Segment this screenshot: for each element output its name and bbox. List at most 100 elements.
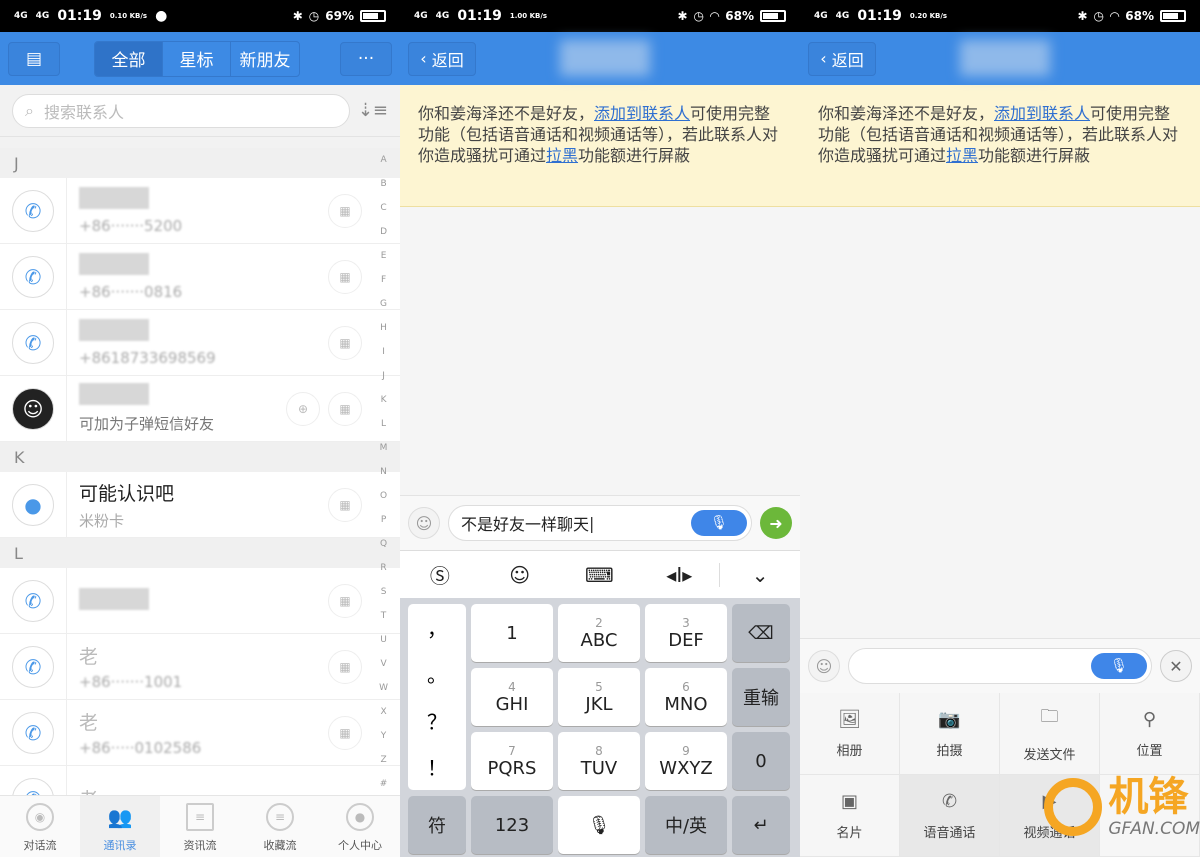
block-link[interactable]: 拉黑 [546, 146, 578, 165]
key-exclaim[interactable]: ！ [427, 752, 447, 781]
contact-row[interactable]: ✆+86·······0816▦ [0, 244, 400, 310]
contact-row[interactable]: ●可能认识吧米粉卡▦ [0, 472, 400, 538]
contact-row[interactable]: ☺可加为子弹短信好友⊕▦ [0, 376, 400, 442]
cursor-move-icon[interactable]: ◂I▸ [639, 563, 719, 587]
sort-icon[interactable]: ⇣≡ [358, 100, 388, 121]
index-letter[interactable]: J [379, 364, 388, 388]
index-letter[interactable]: # [379, 772, 388, 796]
keyboard-icon[interactable]: ⌨ [560, 563, 640, 587]
message-input[interactable]: 🎙 [848, 648, 1152, 684]
index-letter[interactable]: R [379, 556, 388, 580]
key-9[interactable]: 9WXYZ [645, 732, 727, 790]
keyboard-icon[interactable]: ▦ [328, 260, 362, 294]
language-toggle-key[interactable]: 中/英 [645, 796, 727, 854]
emoji-button[interactable]: ☺ [408, 507, 440, 539]
enter-key[interactable]: ↵ [732, 796, 790, 854]
index-letter[interactable]: O [379, 484, 388, 508]
key-3[interactable]: 3DEF [645, 604, 727, 662]
nav-contacts[interactable]: 👥通讯录 [80, 796, 160, 857]
index-letter[interactable]: T [379, 604, 388, 628]
key-8[interactable]: 8TUV [558, 732, 640, 790]
voice-call-button[interactable]: ✆语音通话 [900, 775, 1000, 857]
punctuation-column[interactable]: ，。？！ [408, 604, 466, 790]
add-contact-link[interactable]: 添加到联系人 [994, 104, 1090, 123]
avatar[interactable]: ☺ [12, 388, 54, 430]
phone-icon[interactable]: ✆ [12, 190, 54, 232]
index-letter[interactable]: C [379, 196, 388, 220]
index-letter[interactable]: Y [379, 724, 388, 748]
index-letter[interactable]: H [379, 316, 388, 340]
keyboard-icon[interactable]: ▦ [328, 650, 362, 684]
phone-icon[interactable]: ✆ [12, 322, 54, 364]
index-letter[interactable]: D [379, 220, 388, 244]
index-letter[interactable]: E [379, 244, 388, 268]
contact-list[interactable]: J ✆+86·······5200▦ ✆+86·······0816▦ ✆+86… [0, 148, 400, 832]
phone-icon[interactable]: ✆ [12, 712, 54, 754]
index-letter[interactable]: N [379, 460, 388, 484]
search-input[interactable]: ⌕搜索联系人 [12, 94, 350, 128]
index-letter[interactable]: M [379, 436, 388, 460]
index-letter[interactable]: W [379, 676, 388, 700]
block-link[interactable]: 拉黑 [946, 146, 978, 165]
nav-profile[interactable]: ●个人中心 [320, 796, 400, 857]
bullet-chat-icon[interactable]: ● [12, 484, 54, 526]
contact-card-button[interactable]: ▤ [8, 42, 60, 76]
alphabet-index[interactable]: ABCDEFGHIJKLMNOPQRSTUVWXYZ# [379, 148, 388, 796]
index-letter[interactable]: L [379, 412, 388, 436]
index-letter[interactable]: S [379, 580, 388, 604]
contact-row[interactable]: ✆▦ [0, 568, 400, 634]
keyboard-icon[interactable]: ▦ [328, 326, 362, 360]
key-question[interactable]: ？ [427, 706, 447, 735]
tab-starred[interactable]: 星标 [163, 42, 231, 76]
key-7[interactable]: 7PQRS [471, 732, 553, 790]
key-1[interactable]: 1 [471, 604, 553, 662]
symbols-key[interactable]: 符 [408, 796, 466, 854]
index-letter[interactable]: G [379, 292, 388, 316]
tab-all[interactable]: 全部 [95, 42, 163, 76]
key-0[interactable]: 0 [732, 732, 790, 790]
phone-icon[interactable]: ✆ [12, 256, 54, 298]
index-letter[interactable]: V [379, 652, 388, 676]
phone-icon[interactable]: ✆ [12, 646, 54, 688]
index-letter[interactable]: I [379, 340, 388, 364]
nav-news[interactable]: ≡资讯流 [160, 796, 240, 857]
emoji-icon[interactable]: ☺ [480, 563, 560, 587]
message-input[interactable]: 不是好友一样聊天|🎙 [448, 505, 752, 541]
tab-new-friends[interactable]: 新朋友 [231, 42, 299, 76]
collapse-keyboard-icon[interactable]: ⌄ [719, 563, 800, 587]
contact-row[interactable]: ✆老+86·····0102586▦ [0, 700, 400, 766]
index-letter[interactable]: Q [379, 532, 388, 556]
keyboard-icon[interactable]: ▦ [328, 194, 362, 228]
album-button[interactable]: 🖼相册 [800, 693, 900, 775]
location-button[interactable]: ⚲位置 [1100, 693, 1200, 775]
keyboard-icon[interactable]: ▦ [328, 392, 362, 426]
backspace-key[interactable]: ⌫ [732, 604, 790, 662]
nav-conversations[interactable]: ◉对话流 [0, 796, 80, 857]
key-5[interactable]: 5JKL [558, 668, 640, 726]
close-panel-button[interactable]: ✕ [1160, 650, 1192, 682]
index-letter[interactable]: Z [379, 748, 388, 772]
keyboard-icon[interactable]: ▦ [328, 584, 362, 618]
contact-row[interactable]: ✆老+86·······1001▦ [0, 634, 400, 700]
key-4[interactable]: 4GHI [471, 668, 553, 726]
contact-card-button[interactable]: ▣名片 [800, 775, 900, 857]
add-friend-icon[interactable]: ⊕ [286, 392, 320, 426]
index-letter[interactable]: U [379, 628, 388, 652]
contact-row[interactable]: ✆+86·······5200▦ [0, 178, 400, 244]
key-comma[interactable]: ， [427, 613, 447, 642]
index-letter[interactable]: A [379, 148, 388, 172]
keyboard-icon[interactable]: ▦ [328, 716, 362, 750]
send-button[interactable]: ➜ [760, 507, 792, 539]
space-key[interactable]: 🎙 [558, 796, 640, 854]
index-letter[interactable]: P [379, 508, 388, 532]
index-letter[interactable]: F [379, 268, 388, 292]
nav-favorites[interactable]: ≡收藏流 [240, 796, 320, 857]
back-button[interactable]: ‹ 返回 [408, 42, 476, 76]
sogou-logo-icon[interactable]: Ⓢ [400, 560, 480, 589]
numbers-key[interactable]: 123 [471, 796, 553, 854]
key-2[interactable]: 2ABC [558, 604, 640, 662]
add-contact-link[interactable]: 添加到联系人 [594, 104, 690, 123]
send-file-button[interactable]: 🗀发送文件 [1000, 693, 1100, 775]
index-letter[interactable]: K [379, 388, 388, 412]
back-button[interactable]: ‹ 返回 [808, 42, 876, 76]
